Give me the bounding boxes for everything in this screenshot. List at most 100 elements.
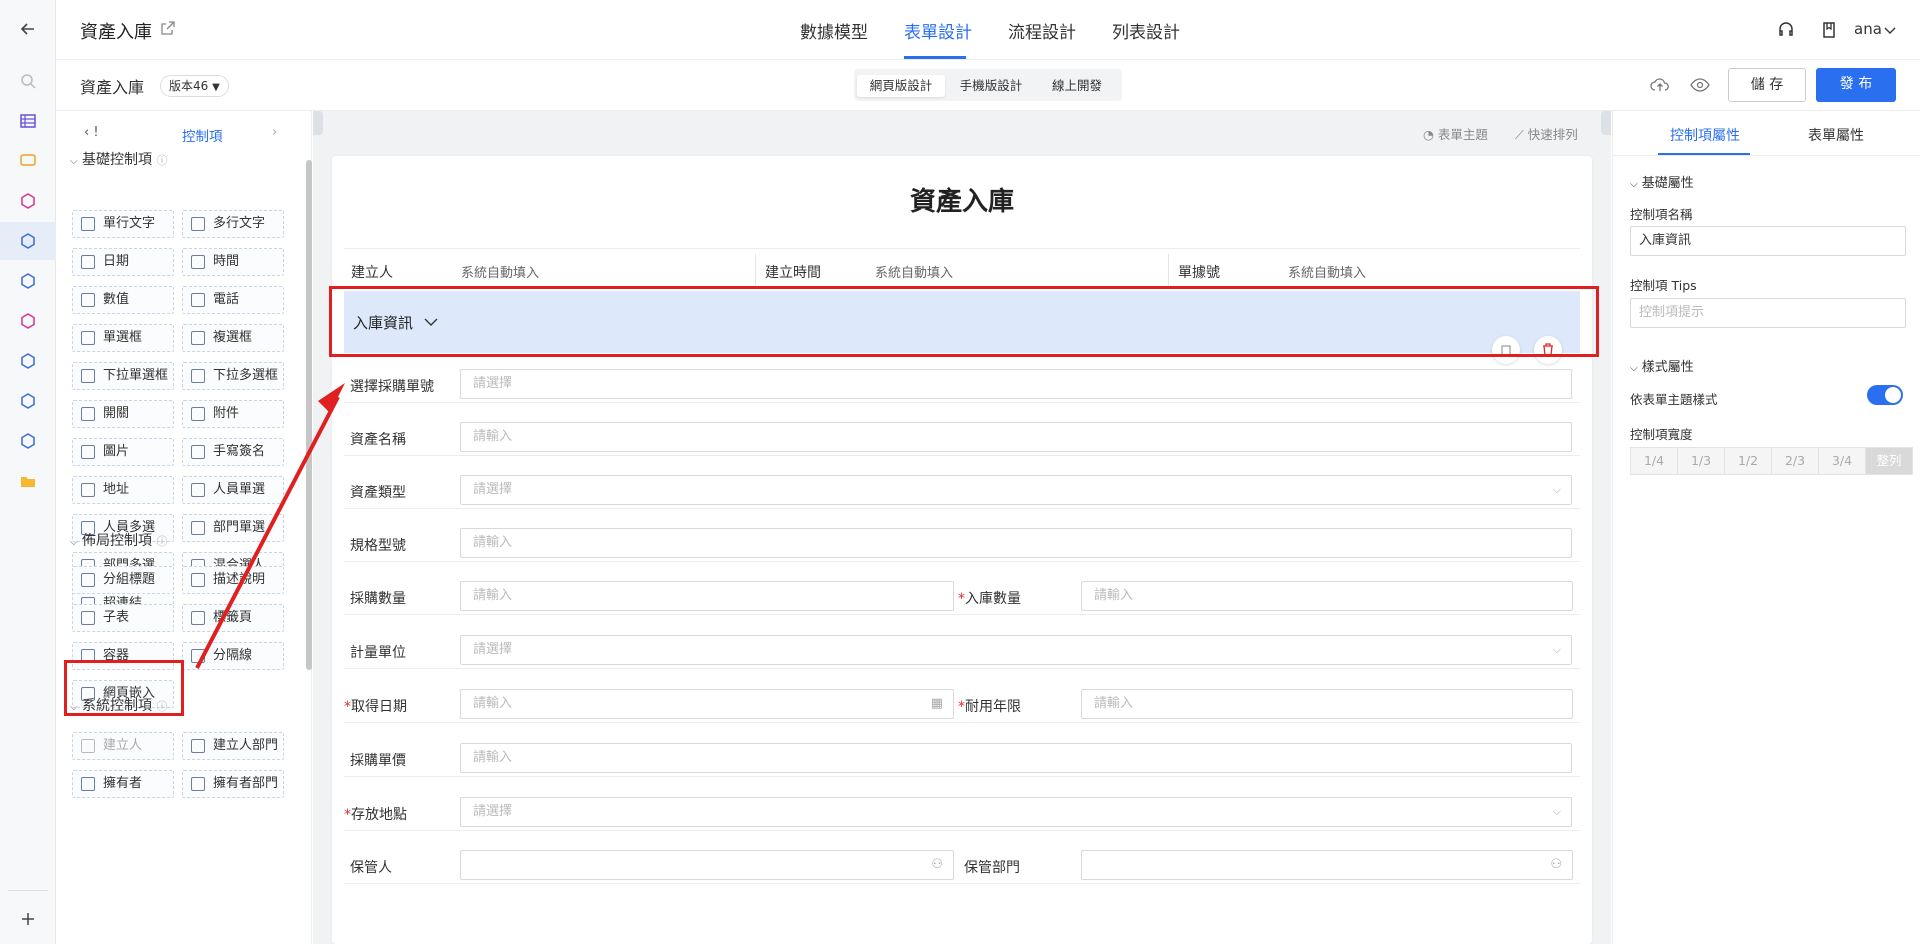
tab-list-design[interactable]: 列表設計 xyxy=(1112,18,1180,43)
control-item[interactable]: 數值 xyxy=(72,286,174,314)
cube-icon[interactable] xyxy=(17,390,39,412)
controls-tab[interactable]: 控制項 xyxy=(182,125,223,145)
width-option[interactable]: 1/2 xyxy=(1724,447,1772,475)
field-input[interactable]: ⚇ xyxy=(460,850,954,880)
cube-icon[interactable] xyxy=(17,430,39,452)
field-input[interactable]: 請輸入 xyxy=(1081,689,1573,719)
field-input[interactable]: 請輸入 xyxy=(1081,581,1573,611)
tab-control-properties[interactable]: 控制項屬性 xyxy=(1670,125,1740,145)
control-item[interactable]: 擁有者 xyxy=(72,770,174,798)
field-input[interactable]: 請選擇 xyxy=(460,369,1572,399)
collapse-left-handle[interactable] xyxy=(313,111,323,135)
tab-flow-design[interactable]: 流程設計 xyxy=(1008,18,1076,43)
control-item[interactable]: 建立人部門 xyxy=(182,732,284,760)
field-input[interactable]: 請輸入 xyxy=(460,422,1572,452)
panel-prev-chevron[interactable]: ‹ ! xyxy=(84,125,99,140)
width-option[interactable]: 1/4 xyxy=(1630,447,1678,475)
field-input[interactable]: 請輸入 xyxy=(460,743,1572,773)
collapse-right-handle[interactable] xyxy=(1601,111,1611,135)
cube-icon[interactable] xyxy=(17,310,39,332)
field-label-text: 入庫數量 xyxy=(965,591,1021,607)
preview-eye-icon[interactable] xyxy=(1690,77,1710,93)
field-label-text: 規格型號 xyxy=(350,538,406,554)
external-link-icon[interactable] xyxy=(160,20,176,36)
quick-arrange-button[interactable]: ⟋ 快速排列 xyxy=(1515,124,1578,143)
field-label: 採購單價 xyxy=(350,750,406,770)
field-input[interactable]: 請輸入 ▦ xyxy=(460,689,954,719)
cube-icon[interactable] xyxy=(17,230,39,252)
control-item[interactable]: 時間 xyxy=(182,248,284,276)
control-type-icon xyxy=(81,445,95,459)
help-icon: ⓘ xyxy=(156,154,168,167)
user-name[interactable]: ana xyxy=(1854,20,1882,38)
chat-icon[interactable] xyxy=(17,150,39,172)
publish-button[interactable]: 發 布 xyxy=(1816,68,1896,102)
control-type-icon xyxy=(191,777,205,791)
form-theme-button[interactable]: ◔ 表單主題 xyxy=(1423,124,1488,143)
field-label-text: 耐用年限 xyxy=(965,699,1021,715)
section-layout-title: 佈局控制項 xyxy=(82,533,153,549)
theme-style-toggle[interactable] xyxy=(1867,385,1903,405)
field-label-text: 保管部門 xyxy=(964,860,1020,876)
save-button[interactable]: 儲 存 xyxy=(1728,68,1806,102)
basic-properties-header[interactable]: ⌵ 基礎屬性 xyxy=(1630,172,1694,191)
folder-icon[interactable] xyxy=(17,470,39,492)
width-option-selected[interactable]: 整列 xyxy=(1865,447,1913,475)
control-item[interactable]: 擁有者部門 xyxy=(182,770,284,798)
control-name-input[interactable]: 入庫資訊 xyxy=(1630,226,1906,256)
tab-form-properties[interactable]: 表單屬性 xyxy=(1808,125,1864,145)
field-input[interactable]: 請選擇 ⌵ xyxy=(460,797,1572,827)
panel-next-chevron[interactable]: › xyxy=(272,125,277,140)
field-input[interactable]: 請選擇 ⌵ xyxy=(460,475,1572,505)
mode-online-dev[interactable]: 線上開發 xyxy=(1035,75,1119,97)
control-item[interactable]: 分組標題 xyxy=(72,566,174,594)
add-icon[interactable] xyxy=(17,908,39,930)
control-item[interactable]: 日期 xyxy=(72,248,174,276)
divider xyxy=(344,248,1580,249)
width-option[interactable]: 2/3 xyxy=(1771,447,1819,475)
table-icon[interactable] xyxy=(17,110,39,132)
back-icon[interactable] xyxy=(17,18,39,40)
mode-mobile[interactable]: 手機版設計 xyxy=(947,75,1035,97)
control-item[interactable]: 建立人 xyxy=(72,732,174,760)
control-item[interactable]: 圖片 xyxy=(72,438,174,466)
section-basic[interactable]: ⌵ 基礎控制項 ⓘ xyxy=(70,149,168,169)
control-item[interactable]: 下拉單選框 xyxy=(72,362,174,390)
version-select[interactable]: 版本46 ▼ xyxy=(160,75,229,97)
tab-form-design[interactable]: 表單設計 xyxy=(904,18,972,43)
document-icon[interactable] xyxy=(1819,20,1839,40)
control-item[interactable]: 多行文字 xyxy=(182,210,284,238)
width-option[interactable]: 3/4 xyxy=(1818,447,1866,475)
control-item[interactable]: 子表 xyxy=(72,604,174,632)
width-option[interactable]: 1/3 xyxy=(1677,447,1725,475)
field-input[interactable]: ⚇ xyxy=(1081,850,1573,880)
org-chart-icon: ⚇ xyxy=(931,857,943,872)
section-layout[interactable]: ⌵ 佈局控制項 ⓘ xyxy=(70,530,168,550)
field-label: 計量單位 xyxy=(350,642,406,662)
control-item[interactable]: 電話 xyxy=(182,286,284,314)
field-input[interactable]: 請輸入 xyxy=(460,581,954,611)
control-item[interactable]: 複選框 xyxy=(182,324,284,352)
control-item[interactable]: 單選框 xyxy=(72,324,174,352)
cube-icon[interactable] xyxy=(17,190,39,212)
field-input[interactable]: 請輸入 xyxy=(460,528,1572,558)
control-item[interactable]: 地址 xyxy=(72,476,174,504)
chevron-down-icon: ⌵ xyxy=(70,156,78,167)
chevron-down-icon: ⌵ xyxy=(70,537,78,548)
control-tips-label: 控制項 Tips xyxy=(1630,278,1697,293)
tab-data-model[interactable]: 數據模型 xyxy=(800,18,868,43)
control-item[interactable]: 開關 xyxy=(72,400,174,428)
cube-icon[interactable] xyxy=(17,350,39,372)
cloud-upload-icon[interactable] xyxy=(1650,76,1670,94)
cube-icon[interactable] xyxy=(17,270,39,292)
style-properties-header[interactable]: ⌵ 樣式屬性 xyxy=(1630,356,1694,375)
control-item[interactable]: 單行文字 xyxy=(72,210,174,238)
chevron-down-icon[interactable] xyxy=(1884,26,1896,36)
toggle-knob xyxy=(1885,387,1901,403)
control-tips-input[interactable]: 控制項提示 xyxy=(1630,298,1906,328)
search-icon[interactable] xyxy=(17,70,39,92)
mode-web[interactable]: 網頁版設計 xyxy=(857,75,945,97)
panel-prev-tab[interactable]: ! xyxy=(93,125,98,140)
field-input[interactable]: 請選擇 ⌵ xyxy=(460,635,1572,665)
headset-icon[interactable] xyxy=(1776,20,1796,40)
